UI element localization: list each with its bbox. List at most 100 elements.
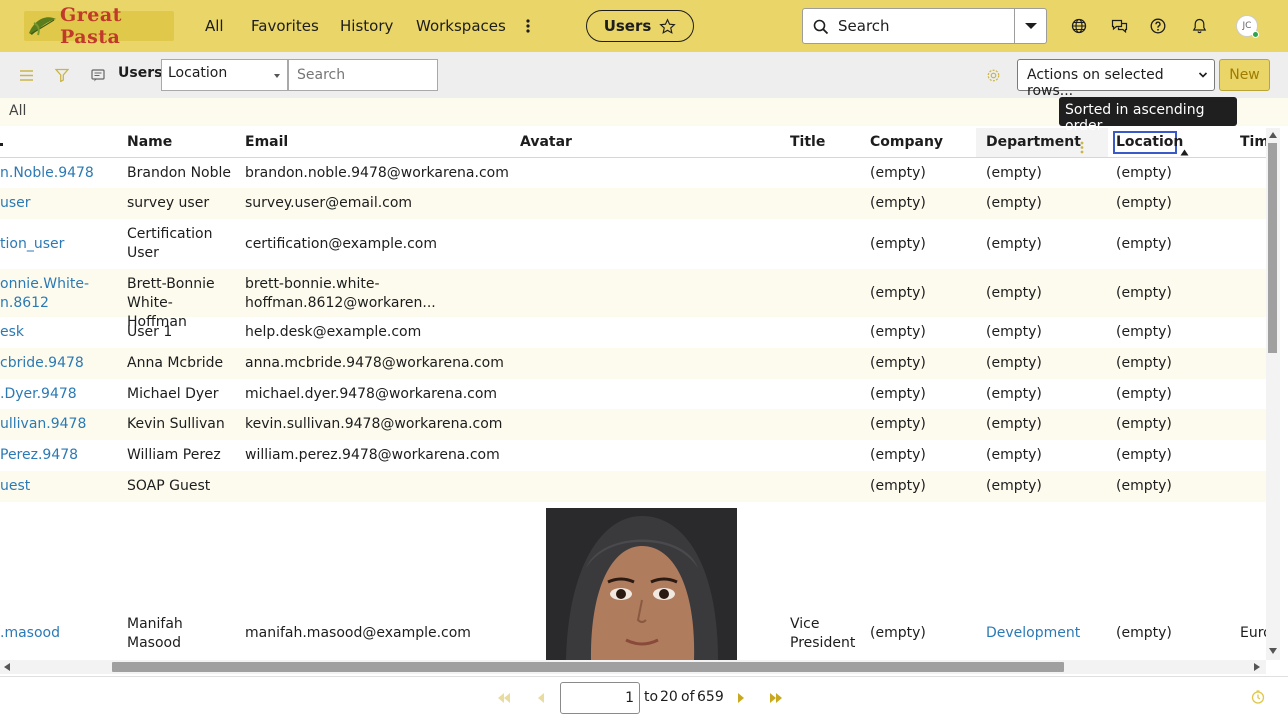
- settings-gear-icon[interactable]: [984, 66, 1002, 84]
- column-header-location[interactable]: Location: [1116, 128, 1183, 158]
- bell-icon[interactable]: [1189, 16, 1209, 36]
- user-id-link[interactable]: .Dyer.9478: [0, 385, 77, 404]
- breadcrumb-all[interactable]: All: [9, 103, 26, 119]
- user-id-link[interactable]: n.Noble.9478: [0, 164, 94, 183]
- table-row[interactable]: cbride.9478 Anna Mcbride anna.mcbride.94…: [0, 348, 1266, 379]
- scroll-right-icon[interactable]: [1254, 663, 1260, 671]
- column-header-company[interactable]: Company: [870, 128, 943, 158]
- users-table: Name Email Avatar Title Company Departme…: [0, 128, 1266, 660]
- user-id-link[interactable]: uest: [0, 477, 30, 496]
- user-id-link[interactable]: .masood: [0, 624, 60, 643]
- table-row[interactable]: tion_user Certification User certificati…: [0, 219, 1266, 269]
- table-row[interactable]: n.Noble.9478 Brandon Noble brandon.noble…: [0, 158, 1266, 188]
- user-email: brett-bonnie.white-hoffman.8612@workaren…: [245, 276, 436, 311]
- previous-page-icon[interactable]: [533, 691, 549, 705]
- user-department: (empty): [986, 416, 1042, 432]
- column-header-id[interactable]: [0, 128, 4, 158]
- context-menu-icon[interactable]: [89, 66, 107, 84]
- global-search-input[interactable]: Search: [802, 8, 1047, 44]
- chevron-down-icon[interactable]: [1024, 22, 1038, 31]
- more-menu-icon[interactable]: [518, 16, 538, 36]
- user-id-link[interactable]: ullivan.9478: [0, 415, 86, 434]
- pager-total: 659: [697, 689, 724, 705]
- next-page-icon[interactable]: [733, 691, 749, 705]
- scroll-left-icon[interactable]: [4, 663, 10, 671]
- column-header-name[interactable]: Name: [127, 128, 172, 158]
- user-email: brandon.noble.9478@workarena.com: [245, 165, 509, 181]
- globe-icon[interactable]: [1069, 16, 1089, 36]
- last-page-icon[interactable]: [768, 691, 784, 705]
- user-id-link[interactable]: cbride.9478: [0, 354, 84, 373]
- current-module-pill[interactable]: Users: [586, 10, 694, 42]
- pager-of-label: of: [681, 689, 695, 705]
- table-row[interactable]: Perez.9478 William Perez william.perez.9…: [0, 440, 1266, 471]
- search-placeholder: Search: [838, 17, 890, 35]
- user-email: certification@example.com: [245, 236, 437, 252]
- scroll-down-icon[interactable]: [1269, 648, 1277, 654]
- user-department: (empty): [986, 324, 1042, 340]
- response-time-icon[interactable]: [1250, 690, 1266, 704]
- user-name: User 1: [127, 324, 173, 340]
- table-row[interactable]: ullivan.9478 Kevin Sullivan kevin.sulliv…: [0, 409, 1266, 440]
- user-department: (empty): [986, 285, 1042, 301]
- nav-workspaces[interactable]: Workspaces: [416, 0, 506, 52]
- new-button[interactable]: New: [1219, 59, 1270, 91]
- user-id-link[interactable]: tion_user: [0, 235, 64, 254]
- avatar-photo[interactable]: [546, 508, 737, 660]
- chevron-down-icon: [1198, 72, 1208, 78]
- table-row[interactable]: onnie.White-n.8612 Brett-Bonnie White-Ho…: [0, 269, 1266, 330]
- column-header-title[interactable]: Title: [790, 128, 825, 158]
- table-row[interactable]: user survey user survey.user@email.com (…: [0, 188, 1266, 219]
- user-department-link[interactable]: Development: [986, 624, 1080, 643]
- user-email: michael.dyer.9478@workarena.com: [245, 386, 498, 402]
- user-department: (empty): [986, 165, 1042, 181]
- table-row[interactable]: .Dyer.9478 Michael Dyer michael.dyer.947…: [0, 379, 1266, 409]
- user-name: SOAP Guest: [127, 478, 211, 494]
- table-row[interactable]: uest SOAP Guest (empty) (empty) (empty): [0, 471, 1266, 502]
- user-company: (empty): [870, 625, 926, 641]
- company-logo[interactable]: Great Pasta: [24, 4, 174, 48]
- hamburger-menu-icon[interactable]: [17, 66, 35, 84]
- user-timezone: Euro: [1240, 625, 1266, 641]
- user-location: (empty): [1116, 478, 1172, 494]
- user-location: (empty): [1116, 355, 1172, 371]
- filter-icon[interactable]: [53, 66, 71, 84]
- search-field-select[interactable]: Location: [161, 59, 288, 91]
- column-header-avatar[interactable]: Avatar: [520, 128, 572, 158]
- nav-favorites[interactable]: Favorites: [251, 0, 319, 52]
- user-name: Kevin Sullivan: [127, 416, 225, 432]
- user-department: (empty): [986, 195, 1042, 211]
- user-email: survey.user@email.com: [245, 195, 413, 211]
- user-id-link[interactable]: esk: [0, 323, 24, 342]
- star-icon[interactable]: [659, 17, 676, 35]
- chat-icon[interactable]: [1109, 16, 1129, 36]
- user-company: (empty): [870, 236, 926, 252]
- nav-all[interactable]: All: [205, 0, 224, 52]
- list-search-input[interactable]: Search: [288, 59, 438, 91]
- pager-to-label: to: [644, 689, 659, 705]
- user-location: (empty): [1116, 324, 1172, 340]
- module-label: Users: [603, 17, 652, 35]
- page-number-input[interactable]: 1: [560, 682, 640, 714]
- vertical-scroll-thumb[interactable]: [1268, 143, 1277, 353]
- column-header-email[interactable]: Email: [245, 128, 288, 158]
- user-id-link[interactable]: user: [0, 194, 31, 213]
- nav-history[interactable]: History: [340, 0, 393, 52]
- user-email: manifah.masood@example.com: [245, 625, 471, 641]
- user-location: (empty): [1116, 195, 1172, 211]
- user-id-link[interactable]: Perez.9478: [0, 446, 78, 465]
- user-id-link[interactable]: onnie.White-n.8612: [0, 275, 89, 313]
- actions-select[interactable]: Actions on selected rows...: [1017, 59, 1215, 99]
- user-company: (empty): [870, 447, 926, 463]
- first-page-icon[interactable]: [496, 691, 512, 705]
- user-email: anna.mcbride.9478@workarena.com: [245, 355, 504, 371]
- horizontal-scroll-thumb[interactable]: [112, 662, 1064, 672]
- logo-text: Great Pasta: [60, 4, 122, 48]
- user-company: (empty): [870, 324, 926, 340]
- column-header-timezone[interactable]: Tim: [1240, 128, 1266, 158]
- scroll-up-icon[interactable]: [1269, 132, 1277, 138]
- user-company: (empty): [870, 416, 926, 432]
- table-row[interactable]: esk User 1 help.desk@example.com (empty)…: [0, 317, 1266, 348]
- help-icon[interactable]: [1148, 16, 1168, 36]
- pager-to-value: 20: [660, 689, 678, 705]
